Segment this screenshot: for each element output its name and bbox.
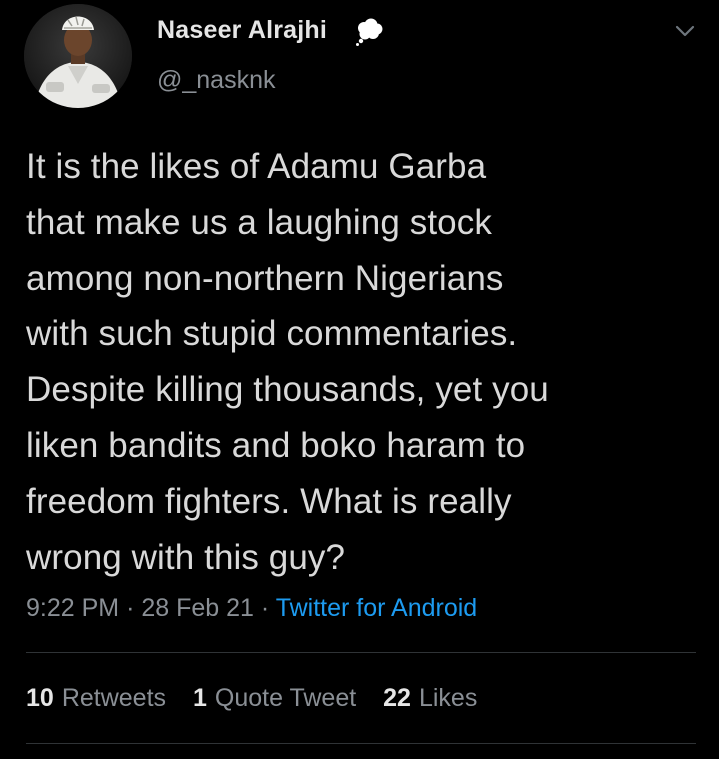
likes-count: 22	[383, 684, 411, 712]
likes-label: Likes	[418, 684, 478, 712]
quote-tweets-label: Quote Tweet	[214, 684, 357, 712]
quote-tweets-stat[interactable]: 1 Quote Tweet	[193, 684, 356, 713]
display-name[interactable]: Naseer Alrajhi	[157, 16, 327, 45]
divider	[26, 652, 696, 653]
tweet-time[interactable]: 9:22 PM	[26, 594, 119, 622]
quote-tweets-count: 1	[192, 684, 207, 712]
meta-separator: ·	[126, 594, 135, 622]
chevron-down-icon[interactable]	[672, 18, 698, 44]
avatar-photo	[24, 4, 132, 108]
thought-bubble-icon	[356, 18, 383, 46]
tweet-metadata: 9:22 PM · 28 Feb 21 · Twitter for Androi…	[26, 594, 477, 623]
engagement-stats: 10 Retweets 1 Quote Tweet 22 Likes	[26, 684, 477, 713]
retweets-count: 10	[26, 684, 54, 712]
divider	[26, 743, 696, 744]
meta-separator: ·	[260, 594, 270, 622]
retweets-stat[interactable]: 10 Retweets	[26, 684, 166, 713]
likes-stat[interactable]: 22 Likes	[383, 684, 477, 713]
retweets-label: Retweets	[61, 684, 167, 712]
tweet-text: It is the likes of Adamu Garba that make…	[26, 147, 549, 577]
tweet-source-link[interactable]: Twitter for Android	[276, 594, 477, 622]
tweet-date[interactable]: 28 Feb 21	[141, 594, 254, 622]
user-handle[interactable]: @_nasknk	[157, 66, 276, 95]
tweet-detail: Naseer Alrajhi @_nasknk It is the likes …	[0, 0, 719, 759]
avatar[interactable]	[24, 4, 132, 108]
